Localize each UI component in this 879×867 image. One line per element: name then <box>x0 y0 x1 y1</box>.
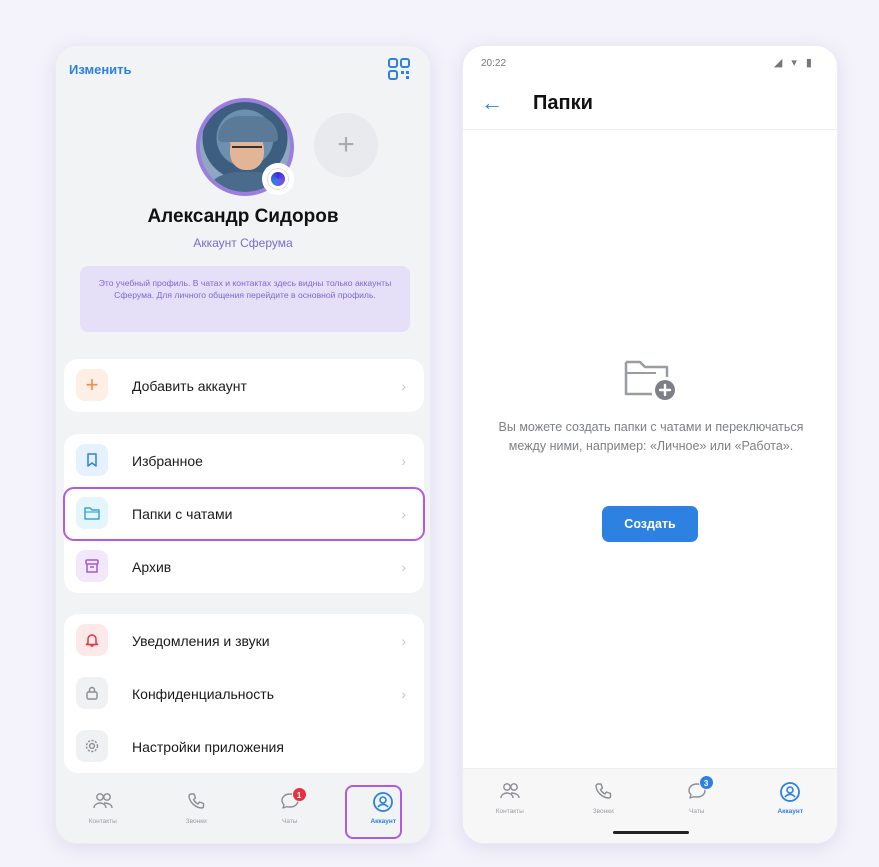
app-settings-item[interactable]: Настройки приложения <box>64 720 424 773</box>
add-account-card: + Добавить аккаунт › <box>64 359 424 412</box>
notifications-label: Уведомления и звуки <box>132 632 270 649</box>
tab-account-label: Аккаунт <box>777 808 804 815</box>
chevron-right-icon: › <box>401 377 406 394</box>
tab-calls[interactable]: Звонки <box>150 781 244 843</box>
tab-bar: Контакты Звонки Чаты 3 Аккаунт <box>463 768 837 843</box>
tab-chats[interactable]: Чаты 1 <box>243 781 337 843</box>
tab-chats-label: Чаты <box>282 818 298 825</box>
tab-bar: Контакты Звонки Чаты 1 Аккаунт <box>56 781 430 843</box>
settings-card: Уведомления и звуки › Конфиденциальность… <box>64 614 424 773</box>
phone-icon <box>150 791 244 817</box>
phone-icon <box>557 781 651 807</box>
folder-add-icon <box>624 360 675 400</box>
bell-icon <box>76 624 108 656</box>
back-arrow-icon[interactable]: ← <box>481 90 503 116</box>
profile-name: Александр Сидоров <box>147 206 339 227</box>
archive-box-icon <box>76 550 108 582</box>
tab-account[interactable]: Аккаунт <box>744 769 838 843</box>
favorites-label: Избранное <box>132 452 203 469</box>
chevron-right-icon: › <box>401 632 406 649</box>
tab-chats-label: Чаты <box>689 808 705 815</box>
unread-badge: 3 <box>698 775 714 790</box>
account-icon <box>744 781 838 807</box>
tab-contacts[interactable]: Контакты <box>463 769 557 843</box>
notifications-item[interactable]: Уведомления и звуки › <box>64 614 424 667</box>
empty-state-text: Вы можете создать папки с чатами и перек… <box>498 420 804 453</box>
unread-badge: 1 <box>291 787 307 802</box>
lock-icon <box>76 677 108 709</box>
chevron-right-icon: › <box>401 452 406 469</box>
privacy-label: Конфиденциальность <box>132 685 275 702</box>
home-indicator <box>613 831 689 834</box>
add-account-label: Добавить аккаунт <box>132 377 247 394</box>
account-screen: Изменить + Александр Сидоров Аккаунт Сфе… <box>55 45 431 844</box>
plus-icon: + <box>76 369 108 401</box>
info-notice: Это учебный профиль. В чатах и контактах… <box>80 266 410 332</box>
tab-contacts-label: Контакты <box>495 808 524 815</box>
account-tab-highlight-frame <box>344 785 402 839</box>
tab-account[interactable]: Аккаунт <box>337 781 431 843</box>
status-icons: ◢ ▾ ▮ <box>773 57 815 69</box>
sferum-badge-icon <box>262 163 294 195</box>
tab-calls-label: Звонки <box>185 818 207 825</box>
edit-link[interactable]: Изменить <box>69 62 132 77</box>
folders-highlight-frame <box>63 487 425 541</box>
privacy-item[interactable]: Конфиденциальность › <box>64 667 424 720</box>
app-bar: ← Папки <box>463 82 837 130</box>
canvas: Изменить + Александр Сидоров Аккаунт Сфе… <box>0 0 879 867</box>
chat-bubble-icon <box>243 791 337 817</box>
profile-header: Изменить + Александр Сидоров Аккаунт Сфе… <box>56 46 430 346</box>
chevron-right-icon: › <box>401 685 406 702</box>
create-folder-button[interactable]: Создать <box>602 506 698 542</box>
qr-code-icon[interactable] <box>388 58 410 80</box>
status-time: 20:22 <box>481 58 507 69</box>
folders-screen: 20:22 ◢ ▾ ▮ ← Папки Вы можете создать па… <box>462 45 838 844</box>
add-account-item[interactable]: + Добавить аккаунт › <box>64 359 424 412</box>
gear-icon <box>76 730 108 762</box>
add-account-plus-icon[interactable]: + <box>314 113 378 177</box>
bookmark-icon <box>76 444 108 476</box>
chat-bubble-icon <box>650 781 744 807</box>
app-settings-label: Настройки приложения <box>132 738 284 755</box>
profile-subtitle: Аккаунт Сферума <box>193 236 293 250</box>
archive-label: Архив <box>132 558 172 575</box>
tab-calls-label: Звонки <box>592 808 614 815</box>
favorites-item[interactable]: Избранное › <box>64 434 424 487</box>
contacts-icon <box>56 791 150 817</box>
tab-contacts-label: Контакты <box>88 818 117 825</box>
chevron-right-icon: › <box>401 558 406 575</box>
tab-contacts[interactable]: Контакты <box>56 781 150 843</box>
page-title: Папки <box>533 92 593 114</box>
contacts-icon <box>463 781 557 807</box>
archive-item[interactable]: Архив › <box>64 540 424 593</box>
